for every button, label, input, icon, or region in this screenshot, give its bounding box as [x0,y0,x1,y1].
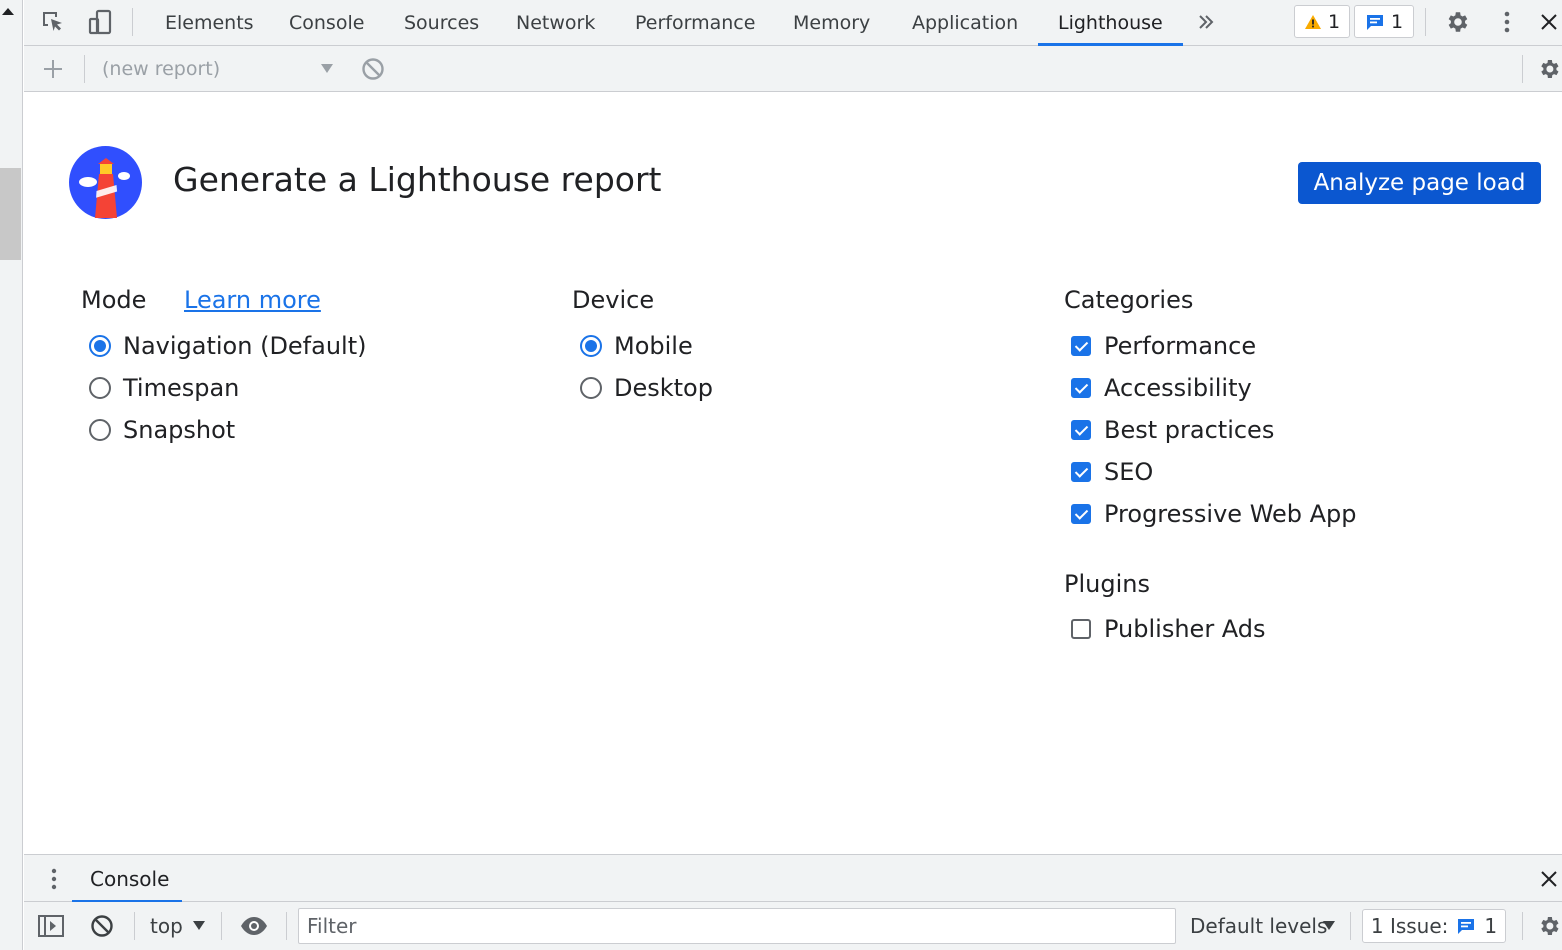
tab-console[interactable]: Console [289,0,364,46]
learn-more-link[interactable]: Learn more [184,286,321,314]
messages-badge[interactable]: 1 [1354,5,1414,38]
toolbar-separator [1425,8,1426,36]
scrollbar-thumb[interactable] [0,168,21,260]
tab-sources[interactable]: Sources [404,0,479,46]
drawer-tab-bar: Console [24,854,1562,903]
category-label: Performance [1104,332,1257,360]
checkbox-accessibility[interactable] [1071,378,1091,398]
radio-navigation[interactable] [89,335,111,357]
issue-message-icon [1458,919,1475,934]
report-select[interactable]: (new report) [102,46,220,92]
toolbar-separator [1350,912,1351,940]
category-accessibility[interactable]: Accessibility [1071,371,1252,405]
show-sidebar-icon[interactable] [35,910,67,942]
issues-count: 1 [1484,914,1498,938]
lighthouse-logo-icon [69,146,142,219]
log-levels-select[interactable]: Default levels [1190,902,1327,950]
scroll-up-arrow-icon[interactable] [2,8,14,15]
plugins-heading: Plugins [1064,570,1150,598]
mode-option-snapshot[interactable]: Snapshot [89,413,235,447]
plugin-label: Publisher Ads [1104,615,1266,643]
page-title: Generate a Lighthouse report [173,160,662,199]
category-label: SEO [1104,458,1154,486]
toolbar-separator [1522,55,1523,83]
checkbox-performance[interactable] [1071,336,1091,356]
console-filter-input[interactable] [298,908,1176,944]
categories-heading: Categories [1064,286,1194,314]
add-report-icon[interactable] [37,53,69,85]
drawer-tab-console[interactable]: Console [90,855,169,903]
device-option-label: Mobile [614,332,693,360]
checkbox-best-practices[interactable] [1071,420,1091,440]
category-label: Best practices [1104,416,1275,444]
clear-console-icon[interactable] [86,910,118,942]
close-drawer-icon[interactable] [1536,863,1562,895]
category-best-practices[interactable]: Best practices [1071,413,1274,447]
warnings-badge[interactable]: 1 [1294,5,1350,38]
category-performance[interactable]: Performance [1071,329,1256,363]
toolbar-separator [84,55,85,83]
lighthouse-settings-gear-icon[interactable] [1536,53,1562,85]
drawer-menu-icon[interactable] [38,863,70,895]
context-dropdown-icon[interactable] [193,921,205,930]
radio-mobile[interactable] [580,335,602,357]
category-pwa[interactable]: Progressive Web App [1071,497,1357,531]
radio-snapshot[interactable] [89,419,111,441]
messages-count: 1 [1390,10,1404,33]
device-toolbar-icon[interactable] [84,6,116,38]
report-select-dropdown-icon[interactable] [321,64,333,73]
settings-gear-icon[interactable] [1441,6,1473,38]
live-expression-eye-icon[interactable] [238,910,270,942]
inspect-element-icon[interactable] [37,6,69,38]
radio-desktop[interactable] [580,377,602,399]
tab-performance[interactable]: Performance [635,0,755,46]
console-settings-gear-icon[interactable] [1536,910,1562,942]
category-label: Progressive Web App [1104,500,1357,528]
console-toolbar: top Default levels 1 Issue: 1 [24,902,1562,950]
warnings-count: 1 [1327,10,1341,33]
checkbox-publisher-ads[interactable] [1071,619,1091,639]
device-option-mobile[interactable]: Mobile [580,329,693,363]
tab-memory[interactable]: Memory [793,0,870,46]
toolbar-separator [286,912,287,940]
close-devtools-icon[interactable] [1536,6,1562,38]
checkbox-seo[interactable] [1071,462,1091,482]
mode-option-label: Timespan [123,374,240,402]
issues-label: 1 Issue: [1370,914,1449,938]
toolbar-separator [221,912,222,940]
device-heading: Device [572,286,655,314]
analyze-page-load-button[interactable]: Analyze page load [1298,162,1541,204]
checkbox-pwa[interactable] [1071,504,1091,524]
mode-option-timespan[interactable]: Timespan [89,371,239,405]
warning-icon [1304,14,1321,29]
context-selector[interactable]: top [150,902,183,950]
log-levels-dropdown-icon[interactable] [1323,921,1335,930]
toolbar-separator [132,8,133,36]
mode-option-label: Navigation (Default) [123,332,367,360]
left-gutter [0,0,23,950]
mode-option-navigation[interactable]: Navigation (Default) [89,329,367,363]
tab-application[interactable]: Application [912,0,1018,46]
plugin-publisher-ads[interactable]: Publisher Ads [1071,612,1266,646]
devtools-tab-bar: Elements Console Sources Network Perform… [24,0,1562,46]
mode-heading: Mode [81,286,147,314]
message-icon [1366,14,1383,30]
tab-network[interactable]: Network [516,0,595,46]
tab-elements[interactable]: Elements [165,0,254,46]
mode-option-label: Snapshot [123,416,236,444]
device-option-label: Desktop [614,374,713,402]
toolbar-separator [1522,912,1523,940]
toolbar-separator [134,912,135,940]
issues-button[interactable]: 1 Issue: 1 [1362,909,1506,943]
more-options-icon[interactable] [1491,6,1523,38]
tab-lighthouse[interactable]: Lighthouse [1058,0,1163,46]
category-label: Accessibility [1104,374,1252,402]
device-option-desktop[interactable]: Desktop [580,371,713,405]
clear-reports-icon[interactable] [357,53,389,85]
category-seo[interactable]: SEO [1071,455,1153,489]
more-tabs-chevron-icon[interactable] [1190,6,1222,38]
lighthouse-toolbar: (new report) [24,46,1562,92]
radio-timespan[interactable] [89,377,111,399]
